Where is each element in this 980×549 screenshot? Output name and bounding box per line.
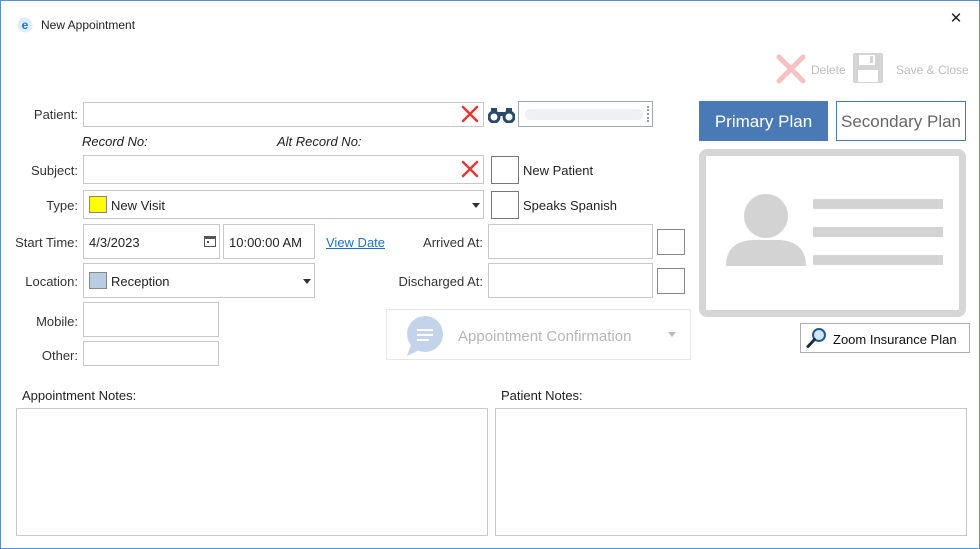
location-select[interactable]: Reception bbox=[83, 263, 315, 298]
start-time-input[interactable]: 10:00:00 AM bbox=[223, 224, 315, 259]
discharged-at-label: Discharged At: bbox=[398, 274, 483, 289]
start-date-picker[interactable]: 4/3/2023 bbox=[83, 224, 220, 259]
patient-label: Patient: bbox=[33, 107, 78, 122]
view-date-link[interactable]: View Date bbox=[326, 235, 385, 250]
patient-lookup-field[interactable] bbox=[518, 101, 653, 127]
save-close-button[interactable]: Save & Close bbox=[851, 51, 973, 87]
start-time-value: 10:00:00 AM bbox=[229, 235, 302, 250]
appointment-confirmation-dropdown[interactable]: Appointment Confirmation bbox=[386, 309, 691, 360]
resize-grip-icon bbox=[647, 106, 650, 122]
type-label: Type: bbox=[46, 198, 78, 213]
patient-notes-textarea[interactable] bbox=[495, 408, 967, 536]
chevron-down-icon bbox=[472, 203, 480, 208]
calendar-icon[interactable] bbox=[204, 235, 216, 250]
app-logo-icon: e bbox=[17, 17, 33, 33]
type-select[interactable]: New Visit bbox=[83, 190, 484, 219]
mobile-label: Mobile: bbox=[36, 314, 78, 329]
type-value: New Visit bbox=[111, 198, 165, 213]
new-appointment-window: e New Appointment ✕ Delete Save & Close … bbox=[0, 0, 980, 549]
delete-icon bbox=[775, 53, 807, 88]
new-patient-label: New Patient bbox=[523, 163, 594, 178]
discharged-checkbox[interactable] bbox=[657, 268, 685, 294]
speaks-spanish-checkbox[interactable] bbox=[491, 191, 519, 219]
svg-text:e: e bbox=[22, 18, 29, 32]
clear-patient-icon[interactable] bbox=[461, 105, 479, 126]
other-label: Other: bbox=[41, 348, 78, 363]
alt-record-no-label: Alt Record No: bbox=[277, 134, 362, 149]
patient-input[interactable] bbox=[83, 102, 484, 127]
close-button[interactable]: ✕ bbox=[945, 9, 967, 27]
zoom-insurance-plan-button[interactable]: Zoom Insurance Plan bbox=[800, 323, 970, 353]
appointment-notes-label: Appointment Notes: bbox=[22, 388, 137, 403]
chevron-down-icon bbox=[668, 332, 676, 337]
clear-subject-icon[interactable] bbox=[461, 160, 479, 181]
new-patient-checkbox[interactable] bbox=[491, 156, 519, 184]
delete-button[interactable]: Delete bbox=[775, 53, 849, 85]
save-icon bbox=[851, 51, 885, 88]
secondary-plan-label: Secondary Plan bbox=[840, 112, 962, 131]
primary-plan-button[interactable]: Primary Plan bbox=[699, 101, 828, 141]
delete-label: Delete bbox=[811, 63, 846, 77]
blurred-patient-name bbox=[525, 109, 643, 120]
subject-label: Subject: bbox=[31, 163, 78, 178]
arrived-at-label: Arrived At: bbox=[423, 235, 483, 250]
magnifier-icon bbox=[806, 327, 828, 352]
insurance-card-placeholder-icon bbox=[699, 149, 966, 317]
zoom-insurance-plan-label: Zoom Insurance Plan bbox=[833, 332, 957, 347]
arrived-at-input[interactable] bbox=[488, 224, 653, 259]
binoculars-icon[interactable] bbox=[487, 106, 516, 126]
mobile-input[interactable] bbox=[83, 302, 219, 337]
primary-plan-label: Primary Plan bbox=[714, 112, 813, 131]
save-close-label: Save & Close bbox=[896, 63, 969, 77]
window-title: New Appointment bbox=[41, 18, 136, 32]
chevron-down-icon bbox=[303, 279, 311, 284]
record-no-label: Record No: bbox=[82, 134, 148, 149]
arrived-checkbox[interactable] bbox=[657, 229, 685, 255]
other-input[interactable] bbox=[83, 341, 219, 366]
start-date-value: 4/3/2023 bbox=[89, 235, 140, 250]
location-value: Reception bbox=[111, 274, 170, 289]
start-time-label: Start Time: bbox=[15, 235, 78, 250]
chat-bubble-icon bbox=[403, 315, 447, 360]
subject-input[interactable] bbox=[83, 155, 484, 184]
patient-notes-label: Patient Notes: bbox=[501, 388, 583, 403]
type-color-swatch bbox=[89, 196, 107, 213]
secondary-plan-button[interactable]: Secondary Plan bbox=[836, 101, 966, 141]
appointment-notes-textarea[interactable] bbox=[16, 408, 488, 536]
speaks-spanish-label: Speaks Spanish bbox=[523, 198, 617, 213]
location-label: Location: bbox=[25, 274, 78, 289]
appointment-confirmation-label: Appointment Confirmation bbox=[458, 328, 632, 345]
discharged-at-input[interactable] bbox=[488, 263, 653, 298]
location-color-swatch bbox=[89, 272, 107, 289]
